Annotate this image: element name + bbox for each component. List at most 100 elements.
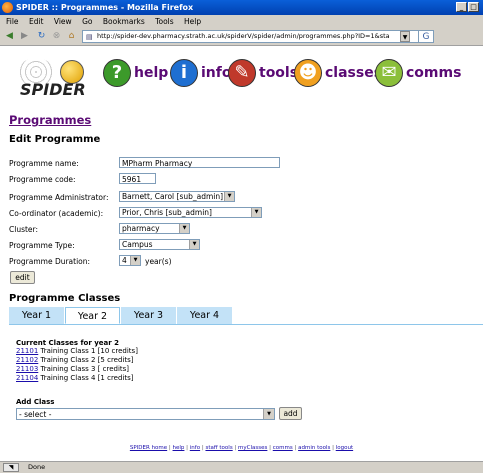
menu-go[interactable]: Go (82, 17, 92, 26)
footer-link-myclasses[interactable]: myClasses (238, 445, 267, 451)
nav-help-label: help (134, 65, 169, 81)
chevron-down-icon: ▼ (224, 192, 234, 201)
comms-icon: ✉ (375, 59, 403, 87)
tab-year-3[interactable]: Year 3 (121, 307, 176, 324)
class-desc: Training Class 1 [10 credits] (40, 347, 138, 355)
section-title: Edit Programme (9, 134, 101, 145)
page-icon: ▤ (86, 33, 93, 41)
menu-bar: File Edit View Go Bookmarks Tools Help (0, 15, 483, 28)
class-code-link[interactable]: 21103 (16, 365, 38, 373)
firefox-icon (2, 2, 13, 13)
status-bar: ◥ Done (0, 461, 483, 473)
footer-link-logout[interactable]: logout (336, 445, 353, 451)
menu-help[interactable]: Help (184, 17, 201, 26)
spider-logo[interactable]: SPIDER (18, 58, 86, 99)
window-title: SPIDER :: Programmes - Mozilla Firefox (16, 3, 194, 12)
class-row: 21102 Training Class 2 [5 credits] (16, 356, 133, 364)
forward-icon[interactable]: ▶ (18, 30, 31, 43)
coordinator-label: Co-ordinator (academic): (9, 209, 104, 218)
nav-info-label: info (201, 65, 232, 81)
menu-edit[interactable]: Edit (29, 17, 44, 26)
class-desc: Training Class 3 [ credits] (40, 365, 130, 373)
tools-icon: ✎ (228, 59, 256, 87)
class-code-link[interactable]: 21104 (16, 374, 38, 382)
nav-classes-label: classes (325, 65, 383, 81)
stop-icon[interactable]: ⊗ (50, 30, 63, 43)
name-label: Programme name: (9, 159, 79, 168)
footer-link-help[interactable]: help (173, 445, 185, 451)
reload-icon[interactable]: ↻ (35, 30, 48, 43)
administrator-value: Barnett, Carol [sub_admin] (122, 192, 224, 201)
footer-links: SPIDER home | help | info | staff tools … (129, 445, 354, 451)
programme-code-input[interactable]: 5961 (119, 173, 156, 184)
url-input[interactable]: http://spider-dev.pharmacy.strath.ac.uk/… (82, 30, 431, 43)
maximize-button[interactable]: □ (468, 2, 479, 12)
class-row: 21101 Training Class 1 [10 credits] (16, 347, 138, 355)
menu-view[interactable]: View (54, 17, 72, 26)
cluster-select[interactable]: pharmacy ▼ (119, 223, 190, 234)
menu-bookmarks[interactable]: Bookmarks (103, 17, 145, 26)
duration-suffix: year(s) (145, 257, 172, 266)
minimize-button[interactable]: _ (456, 2, 467, 12)
cluster-value: pharmacy (122, 224, 160, 233)
footer-link-home[interactable]: SPIDER home (130, 445, 167, 451)
back-icon[interactable]: ◀ (3, 30, 16, 43)
class-code-link[interactable]: 21101 (16, 347, 38, 355)
navigation-toolbar: ◀ ▶ ↻ ⊗ ⌂ http://spider-dev.pharmacy.str… (0, 28, 483, 46)
duration-select[interactable]: 4 ▼ (119, 255, 141, 266)
tab-year-4[interactable]: Year 4 (177, 307, 232, 324)
nav-comms-label: comms (406, 65, 462, 81)
page-title[interactable]: Programmes (9, 113, 91, 127)
home-icon[interactable]: ⌂ (65, 30, 78, 43)
footer-link-comms[interactable]: comms (273, 445, 293, 451)
year-tabs: Year 1 Year 2 Year 3 Year 4 (9, 307, 483, 325)
edit-button[interactable]: edit (10, 271, 35, 284)
type-value: Campus (122, 240, 153, 249)
footer-link-admin-tools[interactable]: admin tools (298, 445, 330, 451)
tab-year-2[interactable]: Year 2 (65, 307, 120, 324)
class-row: 21104 Training Class 4 [1 credits] (16, 374, 133, 382)
logo-text: SPIDER (20, 80, 86, 99)
site-banner: SPIDER ? help i info ✎ tools ☻ classes ✉… (0, 46, 483, 99)
url-dropdown-icon[interactable]: ▼ (400, 31, 410, 42)
help-icon: ? (103, 59, 131, 87)
administrator-select[interactable]: Barnett, Carol [sub_admin] ▼ (119, 191, 235, 202)
current-classes-heading: Current Classes for year 2 (16, 339, 120, 347)
chevron-down-icon: ▼ (263, 409, 274, 419)
classes-heading: Programme Classes (9, 293, 121, 304)
coordinator-select[interactable]: Prior, Chris [sub_admin] ▼ (119, 207, 262, 218)
menu-file[interactable]: File (6, 17, 19, 26)
footer-link-staff-tools[interactable]: staff tools (205, 445, 232, 451)
duration-label: Programme Duration: (9, 257, 91, 266)
tab-year-1[interactable]: Year 1 (9, 307, 64, 324)
chevron-down-icon: ▼ (189, 240, 199, 249)
admin-label: Programme Administrator: (9, 193, 109, 202)
search-icon[interactable]: G (418, 30, 434, 43)
status-icon: ◥ (3, 463, 19, 472)
classes-icon: ☻ (294, 59, 322, 87)
code-label: Programme code: (9, 175, 76, 184)
add-class-select[interactable]: - select - ▼ (16, 408, 275, 420)
class-desc: Training Class 4 [1 credits] (40, 374, 134, 382)
class-row: 21103 Training Class 3 [ credits] (16, 365, 129, 373)
chevron-down-icon: ▼ (130, 256, 140, 265)
info-icon: i (170, 59, 198, 87)
cluster-label: Cluster: (9, 225, 39, 234)
window-titlebar: SPIDER :: Programmes - Mozilla Firefox _… (0, 0, 483, 15)
programme-name-input[interactable]: MPharm Pharmacy (119, 157, 280, 168)
class-desc: Training Class 2 [5 credits] (40, 356, 134, 364)
add-class-value: - select - (19, 410, 52, 419)
duration-value: 4 (122, 256, 127, 265)
chevron-down-icon: ▼ (179, 224, 189, 233)
add-class-label: Add Class (16, 398, 55, 406)
menu-tools[interactable]: Tools (155, 17, 173, 26)
class-code-link[interactable]: 21102 (16, 356, 38, 364)
add-button[interactable]: add (279, 407, 302, 420)
footer-link-info[interactable]: info (190, 445, 200, 451)
nav-tools-label: tools (259, 65, 299, 81)
type-label: Programme Type: (9, 241, 75, 250)
chevron-down-icon: ▼ (251, 208, 261, 217)
status-text: Done (28, 463, 46, 471)
type-select[interactable]: Campus ▼ (119, 239, 200, 250)
coordinator-value: Prior, Chris [sub_admin] (122, 208, 212, 217)
